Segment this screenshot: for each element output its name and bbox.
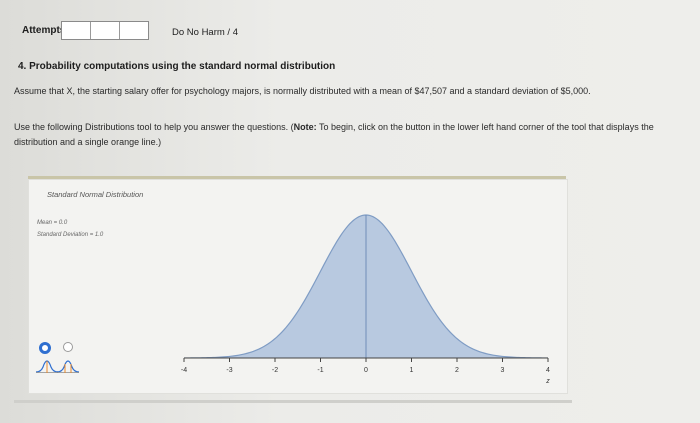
x-tick-label: -2 [272,367,278,374]
tool-bottom-border [14,400,572,403]
instructions-text: Use the following Distributions tool to … [14,120,692,150]
tool-title: Standard Normal Distribution [47,190,144,199]
x-tick-label: 2 [455,367,459,374]
x-tick-label: -1 [317,367,323,374]
x-axis-label: z [545,378,550,385]
attempt-box [120,22,148,39]
mean-label: Mean = 0.0 [37,220,68,226]
attempts-indicator [61,21,149,40]
attempts-label: Attempts [22,25,66,36]
question-text: Assume that X, the starting salary offer… [14,86,591,96]
grade-prefix: Do No Harm [172,27,225,38]
normal-distribution-chart: -4 -3 -2 -1 0 1 2 3 4 z [181,214,550,385]
note-label: Note: [293,122,317,132]
radio-option-1[interactable] [39,342,51,354]
x-tick-label: -4 [181,367,187,374]
x-tick-label: 1 [410,367,414,374]
x-tick-label: 0 [364,367,368,374]
grade-suffix: / 4 [224,27,238,38]
attempt-box [91,22,120,39]
attempt-box [62,22,91,39]
x-tick-label: 3 [501,367,505,374]
radio-option-2[interactable] [63,342,73,352]
grade-label: Do No Harm / 4 [172,27,238,38]
x-tick-label: 4 [546,367,550,374]
instructions-lead: Use the following Distributions tool to … [14,122,294,132]
question-title: 4. Probability computations using the st… [18,61,336,72]
curve-two-lines-icon[interactable] [56,360,80,374]
sd-label: Standard Deviation = 1.0 [37,232,104,238]
x-tick-label: -3 [226,367,232,374]
